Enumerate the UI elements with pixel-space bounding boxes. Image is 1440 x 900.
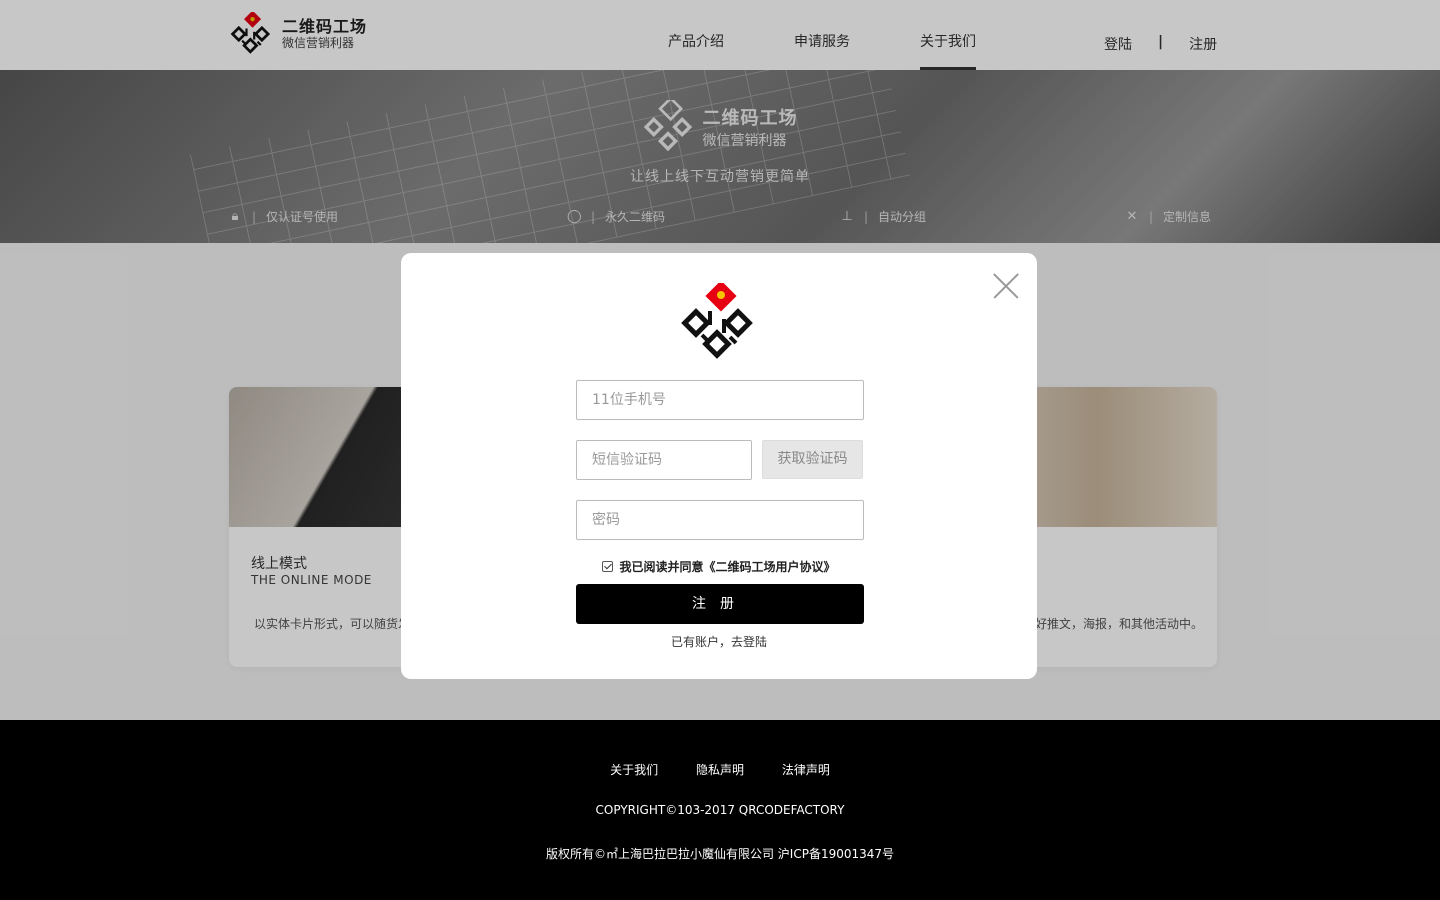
phone-input[interactable]: 11位手机号 <box>576 380 864 420</box>
register-button[interactable]: 注册 <box>576 584 864 624</box>
footer-icp: 版权所有©㎡上海巴拉巴拉小魔仙有限公司 沪ICP备19001347号 <box>545 847 895 861</box>
footer-links: 关于我们 隐私声明 法律声明 <box>0 761 1440 778</box>
sms-code-input[interactable]: 短信验证码 <box>576 440 752 480</box>
password-input[interactable]: 密码 <box>576 500 864 540</box>
get-code-button[interactable]: 获取验证码 <box>762 440 863 479</box>
footer-copyright: COPYRIGHT©103-2017 QRCODEFACTORY <box>595 803 845 817</box>
footer-link-legal[interactable]: 法律声明 <box>782 763 830 777</box>
footer-link-about[interactable]: 关于我们 <box>610 763 658 777</box>
go-login-link[interactable]: 已有账户，去登陆 <box>401 633 1037 650</box>
agreement-row: 我已阅读并同意《二维码工场用户协议》 <box>401 558 1037 575</box>
agreement-checkbox[interactable] <box>602 561 614 572</box>
footer-link-privacy[interactable]: 隐私声明 <box>696 763 744 777</box>
agreement-text[interactable]: 我已阅读并同意《二维码工场用户协议》 <box>619 560 835 574</box>
register-modal: 11位手机号 短信验证码 获取验证码 密码 我已阅读并同意《二维码工场用户协议》… <box>401 253 1037 679</box>
qrcode-logo-icon <box>681 283 753 359</box>
close-icon[interactable] <box>993 273 1019 299</box>
site-footer: 关于我们 隐私声明 法律声明 COPYRIGHT©103-2017 QRCODE… <box>0 720 1440 900</box>
